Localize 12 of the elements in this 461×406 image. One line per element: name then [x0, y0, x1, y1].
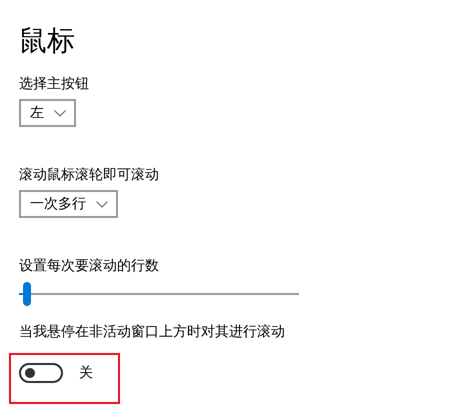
toggle-switch[interactable]: [19, 363, 63, 383]
page-title: 鼠标: [19, 23, 76, 59]
chevron-down-icon: [54, 110, 66, 116]
dropdown[interactable]: 左: [19, 99, 76, 127]
setting-label: 选择主按钮: [19, 75, 89, 94]
setting-label: 滚动鼠标滚轮即可滚动: [19, 166, 159, 185]
setting-label: 当我悬停在非活动窗口上方时对其进行滚动: [19, 323, 285, 342]
toggle-state: 关: [79, 364, 93, 382]
chevron-down-icon: [96, 200, 108, 208]
dropdown[interactable]: 一次多行: [19, 190, 118, 218]
slider-thumb[interactable]: [23, 282, 32, 306]
setting-label: 设置每次要滚动的行数: [19, 257, 159, 276]
